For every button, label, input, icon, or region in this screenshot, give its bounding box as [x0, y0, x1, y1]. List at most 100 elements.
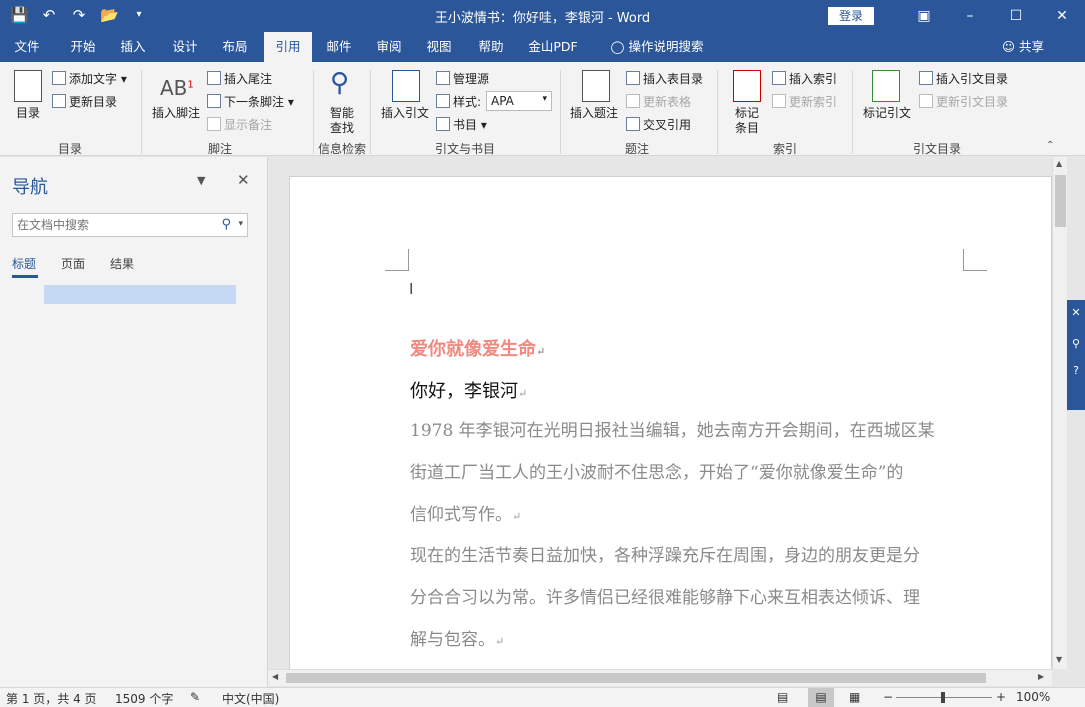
- tell-me-search[interactable]: ◯ 操作说明搜索: [602, 32, 712, 62]
- insert-citation-icon: [392, 70, 420, 102]
- share-button[interactable]: ☺ 共享: [995, 32, 1051, 62]
- insert-index-button[interactable]: 插入索引: [772, 70, 837, 87]
- print-layout-icon[interactable]: ▤: [808, 688, 834, 707]
- side-floating-panel: ✕ ⚲ ?: [1067, 300, 1085, 410]
- nav-close-icon[interactable]: ✕: [237, 171, 250, 189]
- group-label-index: 索引: [772, 142, 797, 156]
- show-notes-button[interactable]: 显示备注: [207, 116, 272, 133]
- bibliography-icon: [436, 117, 450, 131]
- vertical-scroll-thumb[interactable]: [1055, 175, 1066, 227]
- cross-reference-button[interactable]: 交叉引用: [626, 116, 691, 133]
- horizontal-scrollbar[interactable]: ◀ ▶: [268, 669, 1052, 686]
- collapse-ribbon-icon[interactable]: ⌃: [1046, 140, 1054, 151]
- nav-tab-results[interactable]: 结果: [110, 255, 134, 272]
- nav-options-icon[interactable]: ▼: [197, 174, 205, 187]
- smart-lookup-button-line2[interactable]: 查找: [330, 119, 354, 136]
- insert-toa-icon: [919, 71, 933, 85]
- web-layout-icon[interactable]: ▦: [849, 690, 860, 704]
- mark-entry-button-line2[interactable]: 条目: [735, 119, 759, 136]
- status-bar: 第 1 页，共 4 页 1509 个字 ✎ 中文(中国) ▤ ▤ ▦ − + 1…: [0, 687, 1085, 707]
- proofing-icon[interactable]: ✎: [190, 690, 200, 704]
- maximize-icon[interactable]: ☐: [993, 0, 1039, 32]
- nav-title: 导航: [12, 177, 48, 198]
- document-page[interactable]: I 爱你就像爱生命↵ 你好，李银河↵ 1978 年李银河在光明日报社当编辑，她去…: [289, 176, 1052, 669]
- side-search-icon[interactable]: ⚲: [1067, 337, 1085, 350]
- close-icon[interactable]: ✕: [1039, 0, 1085, 32]
- read-mode-icon[interactable]: ▤: [777, 690, 788, 704]
- scroll-down-icon[interactable]: ▼: [1056, 655, 1062, 664]
- tab-layout[interactable]: 布局: [214, 32, 256, 62]
- update-index-button[interactable]: 更新索引: [772, 93, 837, 110]
- chevron-down-icon[interactable]: ▾: [238, 219, 243, 229]
- side-close-icon[interactable]: ✕: [1067, 306, 1085, 319]
- insert-footnote-button[interactable]: 插入脚注: [152, 104, 200, 121]
- insert-index-icon: [772, 71, 786, 85]
- nav-tab-underline: [12, 275, 38, 278]
- tab-home[interactable]: 开始: [62, 32, 104, 62]
- nav-search-box[interactable]: ⚲ ▾: [12, 213, 248, 237]
- cross-reference-icon: [626, 117, 640, 131]
- group-label-toc: 目录: [57, 142, 82, 156]
- page-count[interactable]: 第 1 页，共 4 页: [6, 690, 97, 707]
- login-button[interactable]: 登录: [828, 7, 874, 25]
- lightbulb-icon: ◯: [610, 39, 625, 54]
- group-label-footnotes: 脚注: [207, 142, 232, 156]
- tab-insert[interactable]: 插入: [112, 32, 154, 62]
- add-text-icon: [52, 71, 66, 85]
- mark-citation-button[interactable]: 标记引文: [863, 104, 911, 121]
- insert-toa-button[interactable]: 插入引文目录: [919, 70, 1008, 87]
- toc-icon: [14, 70, 42, 102]
- tab-references[interactable]: 引用: [264, 32, 312, 62]
- tab-design[interactable]: 设计: [164, 32, 206, 62]
- insert-caption-button[interactable]: 插入题注: [570, 104, 618, 121]
- add-text-button[interactable]: 添加文字 ▾: [52, 70, 127, 87]
- nav-tab-headings[interactable]: 标题: [12, 255, 36, 272]
- next-footnote-button[interactable]: 下一条脚注 ▾: [207, 93, 294, 110]
- horizontal-scroll-thumb[interactable]: [286, 673, 986, 683]
- word-count[interactable]: 1509 个字: [115, 690, 173, 707]
- doc-paragraph-1[interactable]: 1978 年李银河在光明日报社当编辑，她去南方开会期间，在西城区某 街道工厂当工…: [410, 410, 970, 538]
- bibliography-button[interactable]: 书目 ▾: [436, 116, 487, 133]
- tab-mailings[interactable]: 邮件: [318, 32, 360, 62]
- nav-tab-pages[interactable]: 页面: [61, 255, 85, 272]
- update-table-icon: [626, 94, 640, 108]
- ribbon-display-icon[interactable]: ▣: [901, 0, 947, 32]
- zoom-slider-thumb[interactable]: [941, 692, 945, 703]
- scroll-up-icon[interactable]: ▲: [1056, 159, 1062, 168]
- tab-file[interactable]: 文件: [6, 32, 48, 62]
- language[interactable]: 中文(中国): [222, 690, 279, 707]
- update-toc-button[interactable]: 更新目录: [52, 93, 117, 110]
- tab-view[interactable]: 视图: [418, 32, 460, 62]
- text-cursor-icon: I: [409, 280, 414, 298]
- scroll-left-icon[interactable]: ◀: [272, 672, 278, 681]
- margin-corner-right: [963, 249, 987, 271]
- ribbon-tabs: 文件 开始 插入 设计 布局 引用 邮件 审阅 视图 帮助 金山PDF ◯ 操作…: [0, 32, 1085, 62]
- tab-help[interactable]: 帮助: [470, 32, 512, 62]
- zoom-in-icon[interactable]: +: [996, 690, 1006, 704]
- search-icon[interactable]: ⚲: [221, 217, 231, 232]
- toc-button[interactable]: 目录: [16, 104, 40, 121]
- vertical-scrollbar[interactable]: ▲ ▼: [1052, 157, 1067, 669]
- tab-review[interactable]: 审阅: [368, 32, 410, 62]
- doc-paragraph-2[interactable]: 现在的生活节奏日益加快，各种浮躁充斥在周围，身边的朋友更是分 分合合习以为常。许…: [410, 535, 970, 663]
- doc-greeting[interactable]: 你好，李银河↵: [410, 377, 527, 403]
- insert-table-of-figures-button[interactable]: 插入表目录: [626, 70, 703, 87]
- minimize-icon[interactable]: –: [947, 0, 993, 32]
- style-select[interactable]: APA ▾: [486, 91, 552, 111]
- update-toa-button[interactable]: 更新引文目录: [919, 93, 1008, 110]
- scroll-right-icon[interactable]: ▶: [1038, 672, 1044, 681]
- nav-heading-item[interactable]: [44, 285, 236, 304]
- zoom-level[interactable]: 100%: [1016, 690, 1050, 704]
- group-label-research: 信息检索: [317, 142, 366, 156]
- group-label-citations: 引文与书目: [434, 142, 495, 156]
- side-help-icon[interactable]: ?: [1067, 364, 1085, 377]
- zoom-out-icon[interactable]: −: [883, 690, 893, 704]
- tab-kingsoft-pdf[interactable]: 金山PDF: [524, 32, 582, 62]
- update-table-button[interactable]: 更新表格: [626, 93, 691, 110]
- manage-sources-icon: [436, 71, 450, 85]
- doc-heading[interactable]: 爱你就像爱生命↵: [410, 335, 545, 361]
- insert-endnote-button[interactable]: 插入尾注: [207, 70, 272, 87]
- manage-sources-button[interactable]: 管理源: [436, 70, 489, 87]
- search-input[interactable]: [17, 215, 207, 235]
- insert-citation-button[interactable]: 插入引文: [381, 104, 429, 121]
